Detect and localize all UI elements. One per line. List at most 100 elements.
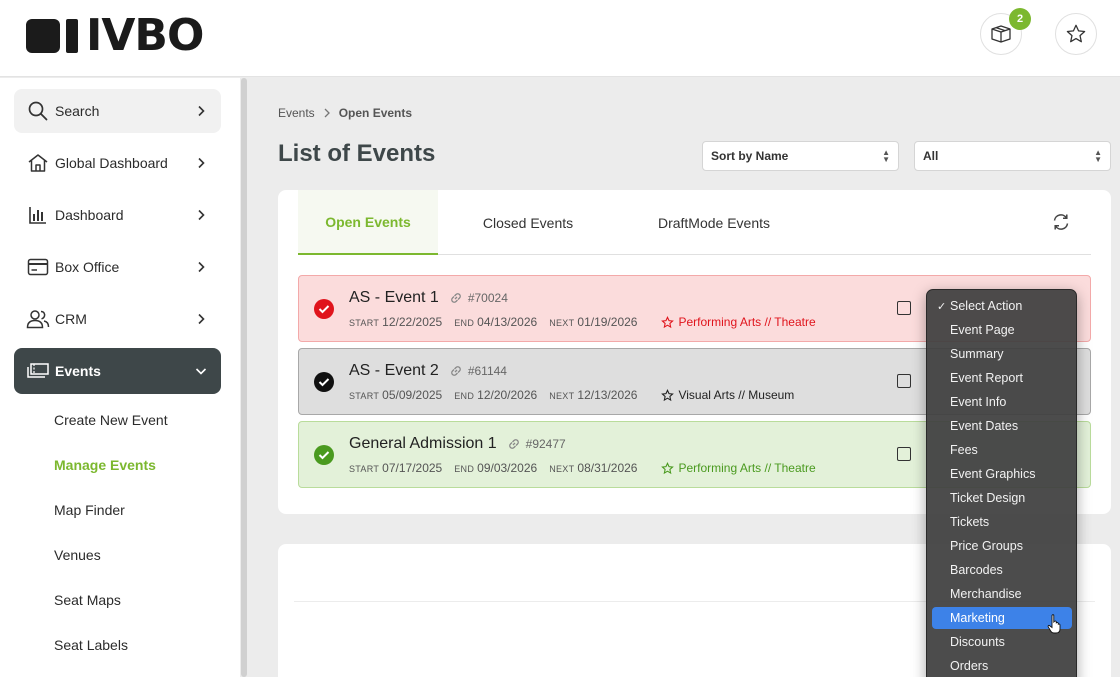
checkmark-icon: ✓: [937, 300, 947, 313]
sort-select-value: Sort by Name: [711, 149, 789, 163]
favorites-button[interactable]: [1055, 13, 1097, 55]
event-id-text: #70024: [467, 291, 508, 305]
menu-item-event-page[interactable]: Event Page: [932, 319, 1072, 341]
event-name-line: AS - Event 1 #70024: [349, 289, 508, 307]
home-icon: [26, 151, 50, 175]
breadcrumb-root[interactable]: Events: [278, 106, 315, 120]
select-arrows-icon: ▲ ▼: [882, 148, 890, 164]
bar-chart-icon: [26, 203, 50, 227]
sidebar-item-global-dashboard[interactable]: Global Dashboard: [14, 141, 221, 185]
menu-item-discounts[interactable]: Discounts: [932, 631, 1072, 653]
tab-open-events[interactable]: Open Events: [298, 190, 438, 255]
start-key: START: [349, 318, 380, 328]
select-arrows-icon: ▲ ▼: [1094, 148, 1102, 164]
breadcrumb: Events Open Events: [278, 106, 412, 120]
event-id-text: #61144: [467, 364, 507, 378]
ticket-icon: [26, 359, 50, 383]
event-name[interactable]: AS - Event 2: [349, 362, 439, 380]
event-name-line: General Admission 1 #92477: [349, 435, 566, 453]
package-button[interactable]: 2: [980, 8, 1031, 55]
sort-select[interactable]: Sort by Name ▲ ▼: [702, 141, 899, 171]
chevron-right-icon: [198, 313, 205, 325]
next-key: NEXT: [549, 318, 575, 328]
end-date: 09/03/2026: [477, 461, 538, 475]
status-check-icon: [314, 299, 334, 319]
users-icon: [26, 307, 50, 331]
event-select-checkbox[interactable]: [897, 447, 911, 461]
breadcrumb-current: Open Events: [338, 106, 413, 120]
start-key: START: [349, 391, 380, 401]
menu-item-orders[interactable]: Orders: [932, 655, 1072, 677]
event-tabs: Open Events Closed Events DraftMode Even…: [298, 190, 1091, 255]
sidebar-scrollbar[interactable]: [241, 78, 247, 677]
sidebar-item-box-office[interactable]: Box Office: [14, 245, 221, 289]
link-icon: [451, 366, 461, 376]
next-date: 08/31/2026: [577, 461, 638, 475]
menu-item-event-dates[interactable]: Event Dates: [932, 415, 1072, 437]
event-id: #92477: [507, 437, 566, 451]
menu-item-event-graphics[interactable]: Event Graphics: [932, 463, 1072, 485]
logo[interactable]: IVBO: [26, 14, 204, 58]
next-date: 12/13/2026: [577, 388, 638, 402]
end-key: END: [454, 318, 475, 328]
star-icon: [661, 461, 675, 474]
filter-select-value: All: [923, 149, 939, 163]
sidebar-subitem-manage-events[interactable]: Manage Events: [54, 457, 156, 473]
menu-item-fees[interactable]: Fees: [932, 439, 1072, 461]
menu-item-price-groups[interactable]: Price Groups: [932, 535, 1072, 557]
menu-item-ticket-design[interactable]: Ticket Design: [932, 487, 1072, 509]
event-category: Performing Arts // Theatre: [661, 315, 816, 329]
filter-select[interactable]: All ▲ ▼: [914, 141, 1111, 171]
menu-item-merchandise[interactable]: Merchandise: [932, 583, 1072, 605]
chevron-right-icon: [324, 108, 330, 118]
menu-item-event-info[interactable]: Event Info: [932, 391, 1072, 413]
sidebar-subitem-venues[interactable]: Venues: [54, 547, 101, 563]
refresh-icon[interactable]: [1051, 212, 1071, 232]
star-icon: [661, 388, 675, 401]
sidebar-subitem-create-new-event[interactable]: Create New Event: [54, 412, 168, 428]
event-name[interactable]: AS - Event 1: [349, 289, 439, 307]
event-dates: START 07/17/2025 END 09/03/2026 NEXT 08/31/…: [349, 461, 816, 475]
sidebar-item-dashboard[interactable]: Dashboard: [14, 193, 221, 237]
event-id: #61144: [449, 364, 507, 378]
event-select-checkbox[interactable]: [897, 374, 911, 388]
menu-item-tickets[interactable]: Tickets: [932, 511, 1072, 533]
end-date: 12/20/2026: [477, 388, 538, 402]
link-icon: [508, 439, 519, 449]
search-icon: [26, 99, 50, 123]
credit-card-icon: [26, 255, 50, 279]
event-name[interactable]: General Admission 1: [349, 435, 497, 453]
sidebar-item-events[interactable]: Events: [14, 348, 221, 394]
sidebar-subitem-seat-maps[interactable]: Seat Maps: [54, 592, 121, 608]
menu-item-event-report[interactable]: Event Report: [932, 367, 1072, 389]
next-key: NEXT: [549, 391, 575, 401]
chevron-right-icon: [198, 105, 205, 117]
chevron-right-icon: [198, 209, 205, 221]
star-icon: [1066, 24, 1086, 43]
page-title: List of Events: [278, 140, 436, 167]
menu-item-select-action[interactable]: ✓ Select Action: [932, 295, 1072, 317]
package-icon: [991, 25, 1011, 43]
menu-item-summary[interactable]: Summary: [932, 343, 1072, 365]
sidebar-item-crm[interactable]: CRM: [14, 297, 221, 341]
next-key: NEXT: [549, 464, 575, 474]
event-select-checkbox[interactable]: [897, 301, 911, 315]
sidebar-item-label: Dashboard: [55, 207, 124, 223]
tab-draftmode-events[interactable]: DraftMode Events: [628, 190, 800, 255]
menu-item-barcodes[interactable]: Barcodes: [932, 559, 1072, 581]
start-date: 12/22/2025: [382, 315, 443, 329]
sidebar-item-label: Events: [55, 363, 101, 379]
status-check-icon: [314, 445, 334, 465]
chevron-right-icon: [198, 157, 205, 169]
sidebar-subitem-seat-labels[interactable]: Seat Labels: [54, 637, 128, 653]
sidebar-subitem-map-finder[interactable]: Map Finder: [54, 502, 125, 518]
tab-closed-events[interactable]: Closed Events: [458, 190, 598, 255]
event-category-text: Performing Arts // Theatre: [678, 315, 816, 329]
sidebar-item-search[interactable]: Search: [14, 89, 221, 133]
chevron-right-icon: [198, 261, 205, 273]
next-date: 01/19/2026: [577, 315, 638, 329]
end-key: END: [454, 464, 475, 474]
logo-mark: [26, 19, 60, 53]
event-category-text: Visual Arts // Museum: [678, 388, 795, 402]
event-category-text: Performing Arts // Theatre: [678, 461, 816, 475]
